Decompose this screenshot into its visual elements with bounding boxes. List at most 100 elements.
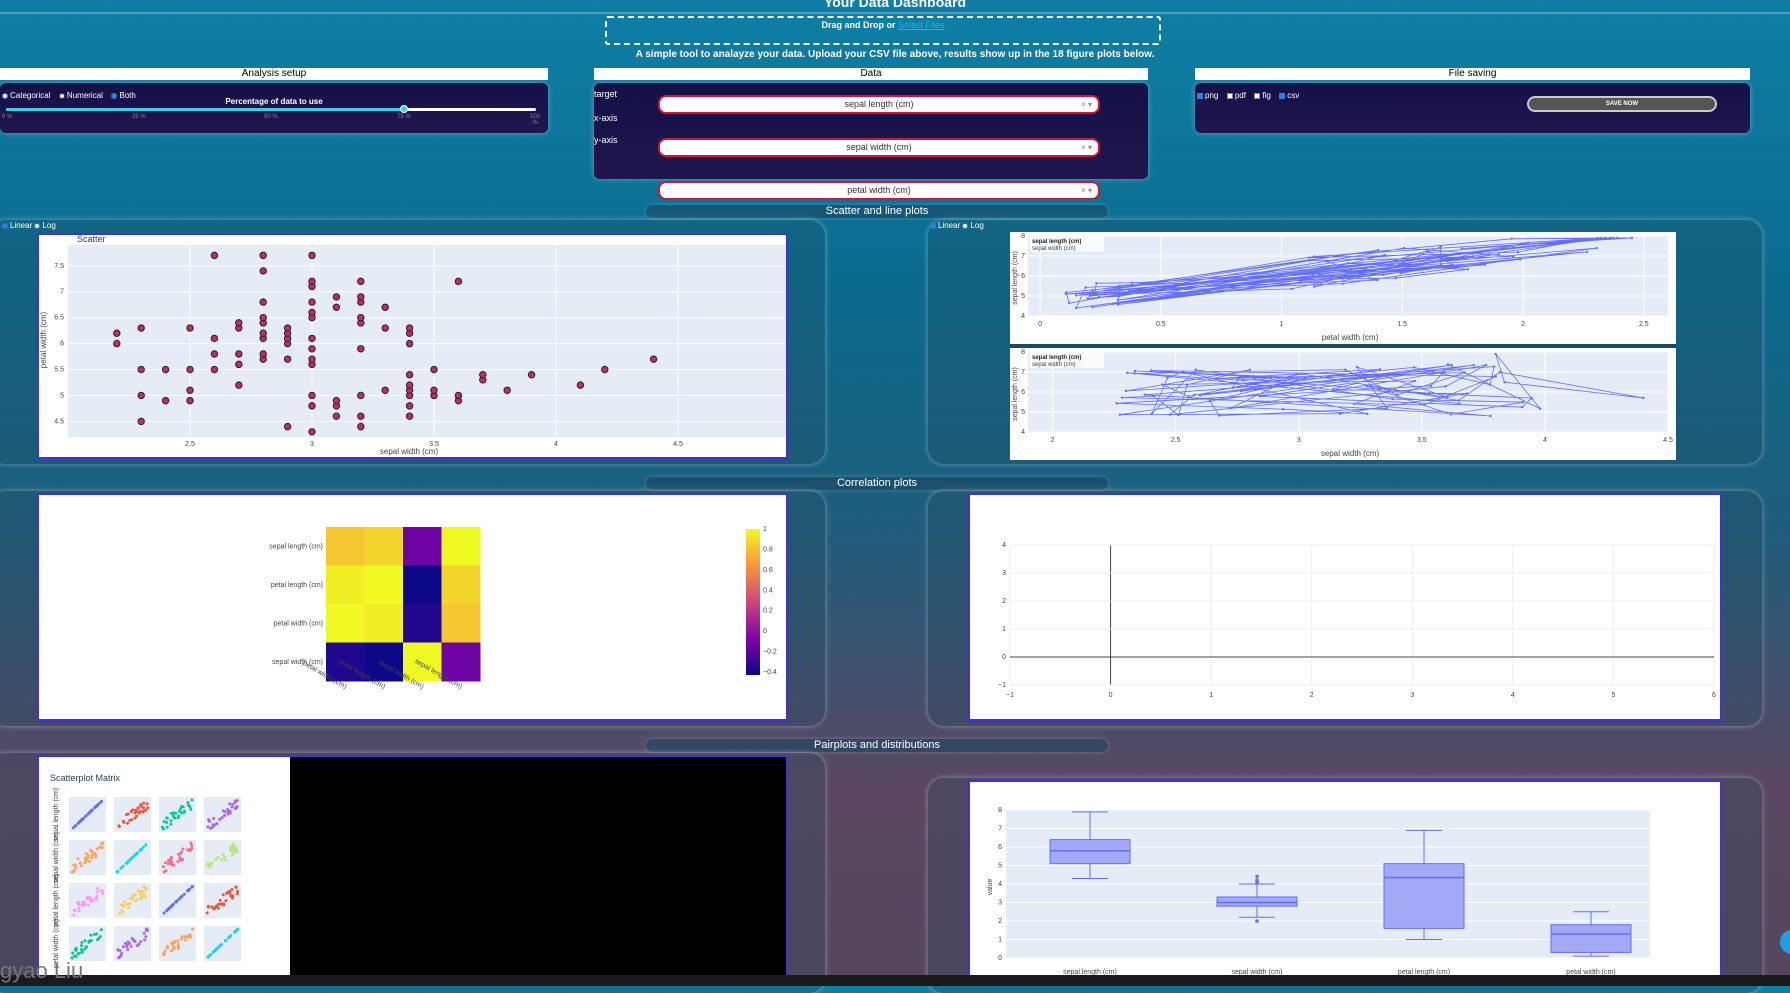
x-tick-label: 4.5 [673, 441, 683, 448]
matrix-point [71, 870, 75, 874]
matrix-point [223, 939, 227, 943]
matrix-point [144, 927, 148, 931]
checkbox-csv[interactable]: csv [1279, 91, 1299, 100]
matrix-point [138, 897, 142, 901]
matrix-point [222, 813, 226, 817]
matrix-point [191, 927, 195, 931]
scatter-point [235, 360, 243, 369]
matrix-point [165, 825, 169, 829]
page-title: Your Data Dashboard [823, 0, 967, 10]
checkbox-label: pdf [1234, 91, 1246, 100]
scatter-point [308, 391, 316, 400]
scatter-point [235, 350, 243, 358]
y-tick-label: 7 [1021, 253, 1025, 260]
matrix-point [139, 940, 143, 944]
clear-chevron-icon[interactable]: × ▾ [1081, 140, 1092, 155]
matrix-point [172, 811, 176, 815]
box-plot[interactable]: 012345678 sepal length (cm) sepal width (… [968, 780, 1722, 980]
matrix-point [231, 803, 235, 807]
matrix-point [117, 825, 121, 829]
x-axis-dropdown[interactable]: sepal width (cm) × ▾ [658, 138, 1100, 157]
matrix-point [221, 852, 225, 856]
target-dropdown[interactable]: sepal length (cm) × ▾ [658, 95, 1100, 114]
matrix-point [187, 848, 191, 852]
matrix-point [80, 864, 84, 868]
matrix-point [91, 850, 95, 854]
clear-chevron-icon[interactable]: × ▾ [1081, 97, 1092, 112]
matrix-point [119, 953, 123, 957]
help-bubble-icon[interactable] [1780, 930, 1790, 954]
checkbox-label: csv [1287, 91, 1300, 100]
scatterplot-matrix[interactable]: Scatterplot Matrix sepal length (cm) sepa… [37, 755, 788, 977]
matrix-point [141, 893, 145, 897]
row-label: petal length (cm) [271, 582, 323, 589]
x-ticks: −1 0 1 2 3 4 5 6 [1006, 692, 1716, 699]
checkbox-fig[interactable]: fig [1254, 91, 1271, 100]
scale-log[interactable]: Log [970, 221, 983, 230]
y-tick-label: 6 [60, 341, 64, 348]
matrix-point [142, 931, 146, 935]
checkbox-icon [1226, 92, 1233, 99]
scale-linear[interactable]: Linear [10, 221, 32, 230]
matrix-point [90, 856, 94, 860]
scatter-point [332, 412, 341, 420]
matrix-point [173, 939, 177, 943]
y-tick-label: 7 [1021, 369, 1025, 376]
y-axis-dropdown[interactable]: petal width (cm) × ▾ [658, 181, 1100, 200]
matrix-point [222, 902, 226, 906]
matrix-point [136, 889, 140, 893]
matrix-point [228, 809, 232, 813]
checkbox-icon [1279, 92, 1286, 99]
x-ticks: 0 0.5 1 1.5 2 2.5 [1038, 321, 1649, 328]
slider-label: Percentage of data to use [225, 97, 323, 106]
matrix-point [221, 893, 225, 897]
correlation-heatmap[interactable]: sepal length (cm) petal length (cm) petal … [37, 493, 788, 721]
matrix-point [118, 912, 122, 916]
matrix-point [178, 852, 182, 856]
scatter-plot[interactable]: Scatter 2.5 3 3.5 4 4.5 4.5 5 5.5 6 6.5 7 7.5 sepa… [37, 233, 820, 459]
clear-chevron-icon[interactable]: × ▾ [1081, 183, 1092, 198]
matrix-point [90, 808, 94, 812]
checkbox-pdf[interactable]: pdf [1226, 91, 1246, 100]
empty-plot[interactable]: −1 0 1 2 3 4 5 6 −1 0 1 2 3 4 [968, 493, 1722, 721]
matrix-point [226, 890, 230, 894]
matrix-point [164, 869, 168, 873]
heatmap-cell [364, 604, 404, 643]
line-plot-1[interactable]: sepal length (cm) sepal width (cm) 0 0.5 1… [1010, 232, 1676, 344]
scatter-point [308, 402, 316, 410]
checkbox-png[interactable]: png [1197, 91, 1218, 100]
matrix-point [135, 814, 139, 818]
scatter-scale-toggle[interactable]: Linear Log [2, 221, 56, 230]
box-outlier [1255, 919, 1259, 923]
save-now-button[interactable]: SAVE NOW [1527, 96, 1717, 112]
matrix-point [98, 845, 102, 849]
select-files-link[interactable]: Select Files [898, 20, 945, 30]
matrix-point [182, 809, 186, 813]
matrix-point [127, 859, 131, 863]
matrix-point [175, 899, 179, 903]
x-tick-label: 3 [310, 441, 314, 448]
slider-handle[interactable] [399, 105, 408, 113]
scatter-point [259, 298, 267, 306]
scale-log[interactable]: Log [42, 221, 55, 230]
matrix-point [224, 858, 228, 862]
line-plot-2[interactable]: sepal length (cm) sepal width (cm) 2 2.5 3… [1010, 348, 1676, 460]
x-tick-label: 3.5 [1417, 437, 1427, 444]
matrix-point [233, 799, 237, 803]
data-percentage-slider[interactable] [6, 105, 536, 113]
colorbar-tick: 1 [763, 526, 767, 533]
scatter-point [381, 303, 389, 311]
matrix-point [130, 897, 134, 901]
format-checkbox-group[interactable]: png pdf fig csv [1197, 85, 1303, 103]
matrix-point [170, 941, 174, 945]
file-upload-dropzone[interactable]: Drag and Drop or Select Files [605, 16, 1161, 45]
scatter-point [405, 412, 414, 420]
scale-linear[interactable]: Linear [938, 221, 960, 230]
slider-tick: 50 % [264, 114, 278, 120]
matrix-point [181, 805, 185, 809]
matrix-point [234, 885, 238, 889]
matrix-point [88, 859, 92, 863]
line-scale-toggle[interactable]: Linear Log [930, 221, 984, 230]
slider-tick: 100 % [530, 114, 541, 126]
matrix-point [169, 819, 173, 823]
